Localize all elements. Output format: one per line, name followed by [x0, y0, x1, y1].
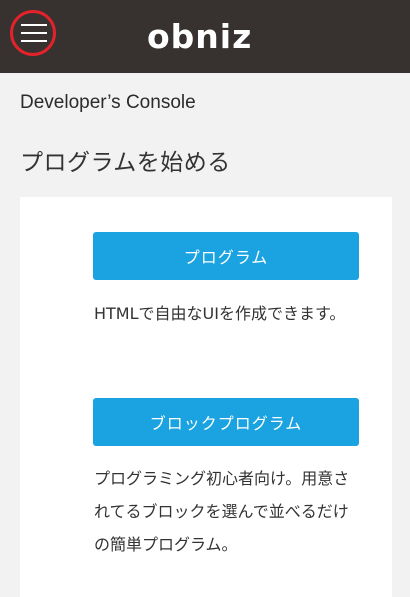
hamburger-menu-button[interactable] — [10, 10, 56, 56]
block-program-button[interactable]: ブロックプログラム — [93, 398, 359, 446]
app-header: obniz — [0, 0, 410, 73]
page-title: Developer’s Console — [20, 92, 196, 113]
start-options-card: プログラム HTMLで自由なUIを作成できます。 ブロックプログラム プログラミ… — [20, 197, 392, 597]
program-button[interactable]: プログラム — [93, 232, 359, 280]
hamburger-menu-icon-bar — [21, 40, 47, 42]
logo-text: obniz — [147, 17, 252, 56]
obniz-logo[interactable]: obniz — [147, 14, 267, 58]
hamburger-menu-icon-bar — [21, 32, 47, 34]
hamburger-menu-icon — [21, 24, 47, 26]
section-heading: プログラムを始める — [20, 150, 231, 176]
block-program-description: プログラミング初心者向け。用意されてるブロックを選んで並べるだけの簡単プログラム… — [94, 469, 350, 554]
program-description: HTMLで自由なUIを作成できます。 — [94, 304, 346, 323]
